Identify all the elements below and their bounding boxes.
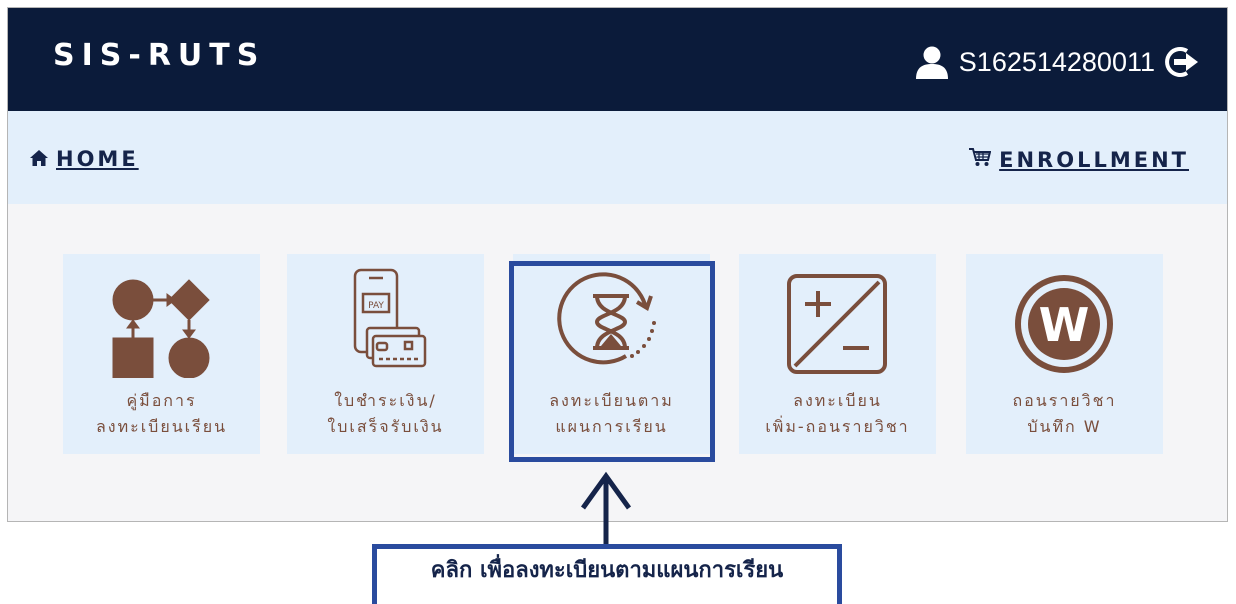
tile-label-line2: บันทึก W	[1027, 417, 1102, 436]
home-link[interactable]: HOME	[30, 147, 139, 171]
user-id: S162514280011	[958, 46, 1155, 77]
cart-icon	[969, 147, 992, 172]
nav-bar: HOME ENROLLMENT	[8, 111, 1227, 204]
highlight-box	[509, 261, 715, 462]
enrollment-label: ENROLLMENT	[999, 147, 1189, 172]
app-brand: SIS-RUTS	[53, 38, 266, 73]
plus-minus-icon	[739, 268, 936, 378]
tile-label-line1: ลงทะเบียน	[793, 391, 882, 410]
tile-payment-receipt[interactable]: PAY ใบชำระเงิน/ ใบเสร็จรับเงิน	[287, 254, 484, 454]
tile-label-line2: ใบเสร็จรับเงิน	[327, 417, 444, 436]
tile-label-line2: ลงทะเบียนเรียน	[95, 417, 228, 436]
w-circle-icon: W	[966, 268, 1163, 378]
instruction-callout: คลิก เพื่อลงทะเบียนตามแผนการเรียน	[372, 544, 842, 604]
tile-label-line1: คู่มือการ	[126, 391, 197, 410]
tile-label-line1: ใบชำระเงิน/	[334, 391, 437, 410]
user-area: S162514280011	[915, 42, 1199, 82]
tile-add-drop-courses[interactable]: ลงทะเบียน เพิ่ม-ถอนรายวิชา	[739, 254, 936, 454]
up-arrow-icon	[578, 470, 634, 550]
svg-text:W: W	[1039, 298, 1090, 352]
tile-label-line1: ถอนรายวิชา	[1012, 391, 1117, 410]
tile-registration-manual[interactable]: คู่มือการ ลงทะเบียนเรียน	[63, 254, 260, 454]
tile-label-line2: เพิ่ม-ถอนรายวิชา	[765, 417, 910, 436]
tile-withdraw-w[interactable]: W ถอนรายวิชา บันทึก W	[966, 254, 1163, 454]
payment-phone-icon: PAY	[287, 268, 484, 378]
user-icon	[915, 45, 949, 79]
top-bar: SIS-RUTS S162514280011	[8, 8, 1227, 111]
enrollment-link[interactable]: ENROLLMENT	[969, 147, 1189, 172]
flowchart-icon	[63, 268, 260, 379]
logout-icon[interactable]	[1165, 45, 1199, 79]
home-icon	[30, 147, 48, 171]
home-label: HOME	[56, 147, 139, 171]
svg-text:PAY: PAY	[368, 301, 384, 311]
